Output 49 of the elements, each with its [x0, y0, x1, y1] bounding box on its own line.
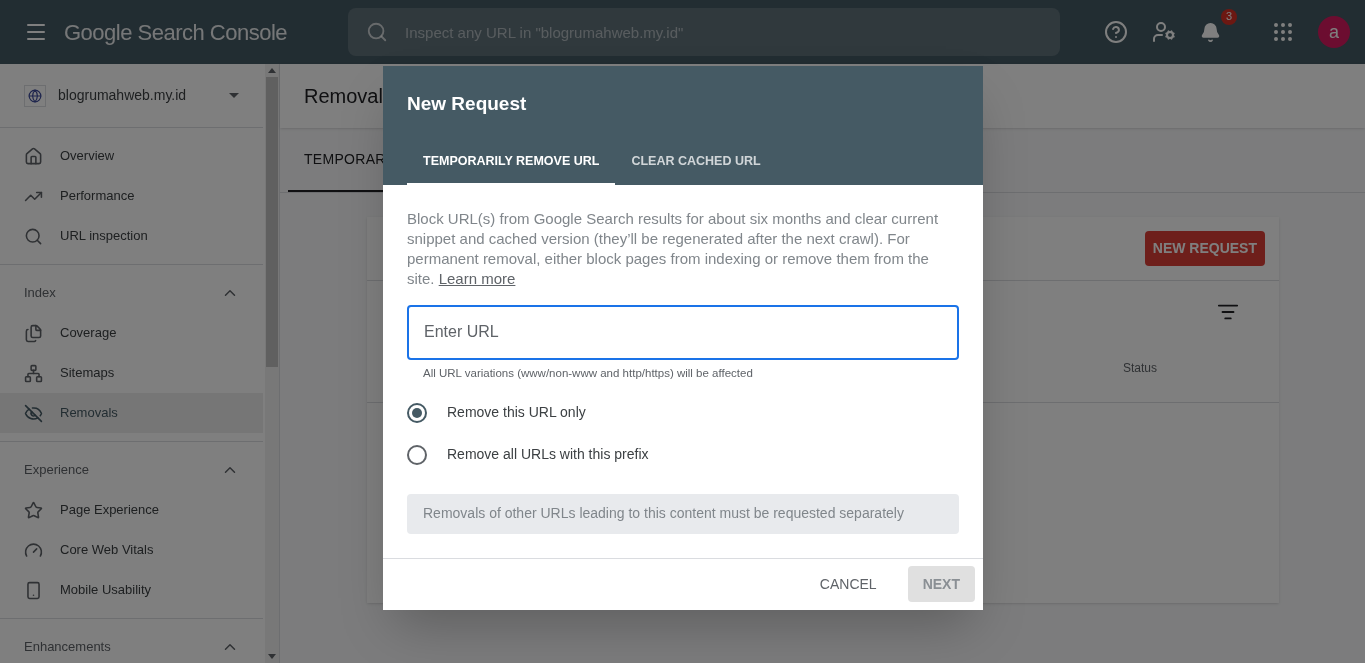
nav-item[interactable]: Page Experience	[0, 490, 263, 530]
nav-item[interactable]: Coverage	[0, 313, 263, 353]
description: Block URL(s) from Google Search results for about six months and clear current snippet and cached version (they’ll be regenerated after the next crawl). For permanent removal, either block pages from indexing or remove them from the site. Learn more	[407, 208, 940, 289]
gauge-icon	[24, 540, 43, 560]
nav-item[interactable]: URL inspection	[0, 216, 263, 256]
dialog-tab[interactable]: CLEAR CACHED URL	[615, 140, 777, 185]
nav-item[interactable]: Mobile Usability	[0, 570, 263, 610]
avatar[interactable]: a	[1318, 16, 1351, 48]
section-heading: Enhancements	[24, 638, 112, 657]
nav-item[interactable]: Performance	[0, 176, 263, 216]
home-icon	[24, 146, 43, 166]
info-note: Removals of other URLs leading to this content must be requested separately	[407, 493, 959, 534]
help-icon[interactable]	[1104, 20, 1129, 44]
notification-badge: 3	[1221, 8, 1238, 25]
pages-icon	[24, 323, 43, 343]
nav-item[interactable]: Sitemaps	[0, 353, 263, 393]
cancel-button[interactable]: CANCEL	[804, 566, 892, 603]
globe-icon	[24, 84, 46, 107]
dropdown-icon	[229, 93, 239, 98]
url-field[interactable]: Enter URL	[407, 304, 959, 360]
notifications-icon[interactable]	[1200, 21, 1222, 43]
phone-icon	[24, 580, 43, 600]
eye-off-icon	[24, 403, 43, 423]
option-label: Remove all URLs with this prefix	[447, 445, 649, 465]
radio-button[interactable]	[407, 402, 427, 423]
property-selector[interactable]: blogrumahweb.my.id	[0, 64, 263, 128]
section-heading: Index	[24, 284, 57, 303]
nav-item[interactable]: Core Web Vitals	[0, 530, 263, 570]
sitemap-icon	[24, 363, 43, 383]
column-header: Status	[1122, 360, 1157, 377]
section-heading: Experience	[24, 461, 91, 480]
field-hint: All URL variations (www/non-www and http/https) will be affected	[422, 365, 754, 381]
search-icon	[366, 21, 389, 43]
scroll-up-icon[interactable]	[268, 68, 276, 73]
page-title: Removal	[304, 84, 383, 109]
new-request-button[interactable]: NEW REQUEST	[1144, 231, 1265, 266]
nav-item[interactable]: Overview	[0, 136, 263, 176]
learn-more-link[interactable]: Learn more	[438, 269, 516, 287]
radio-button[interactable]	[407, 444, 427, 465]
star-icon	[24, 500, 43, 520]
dialog-tab[interactable]: TEMPORARILY REMOVE URL	[407, 140, 616, 185]
user-settings-icon[interactable]	[1152, 20, 1177, 44]
nav-item[interactable]: Removals	[0, 393, 263, 433]
dialog-title: New Request	[407, 92, 528, 116]
product-name: Google Search Console	[64, 18, 288, 47]
search-icon	[24, 226, 43, 246]
scroll-thumb[interactable]	[266, 77, 278, 367]
option-label: Remove this URL only	[447, 403, 586, 423]
scroll-down-icon[interactable]	[268, 654, 276, 659]
